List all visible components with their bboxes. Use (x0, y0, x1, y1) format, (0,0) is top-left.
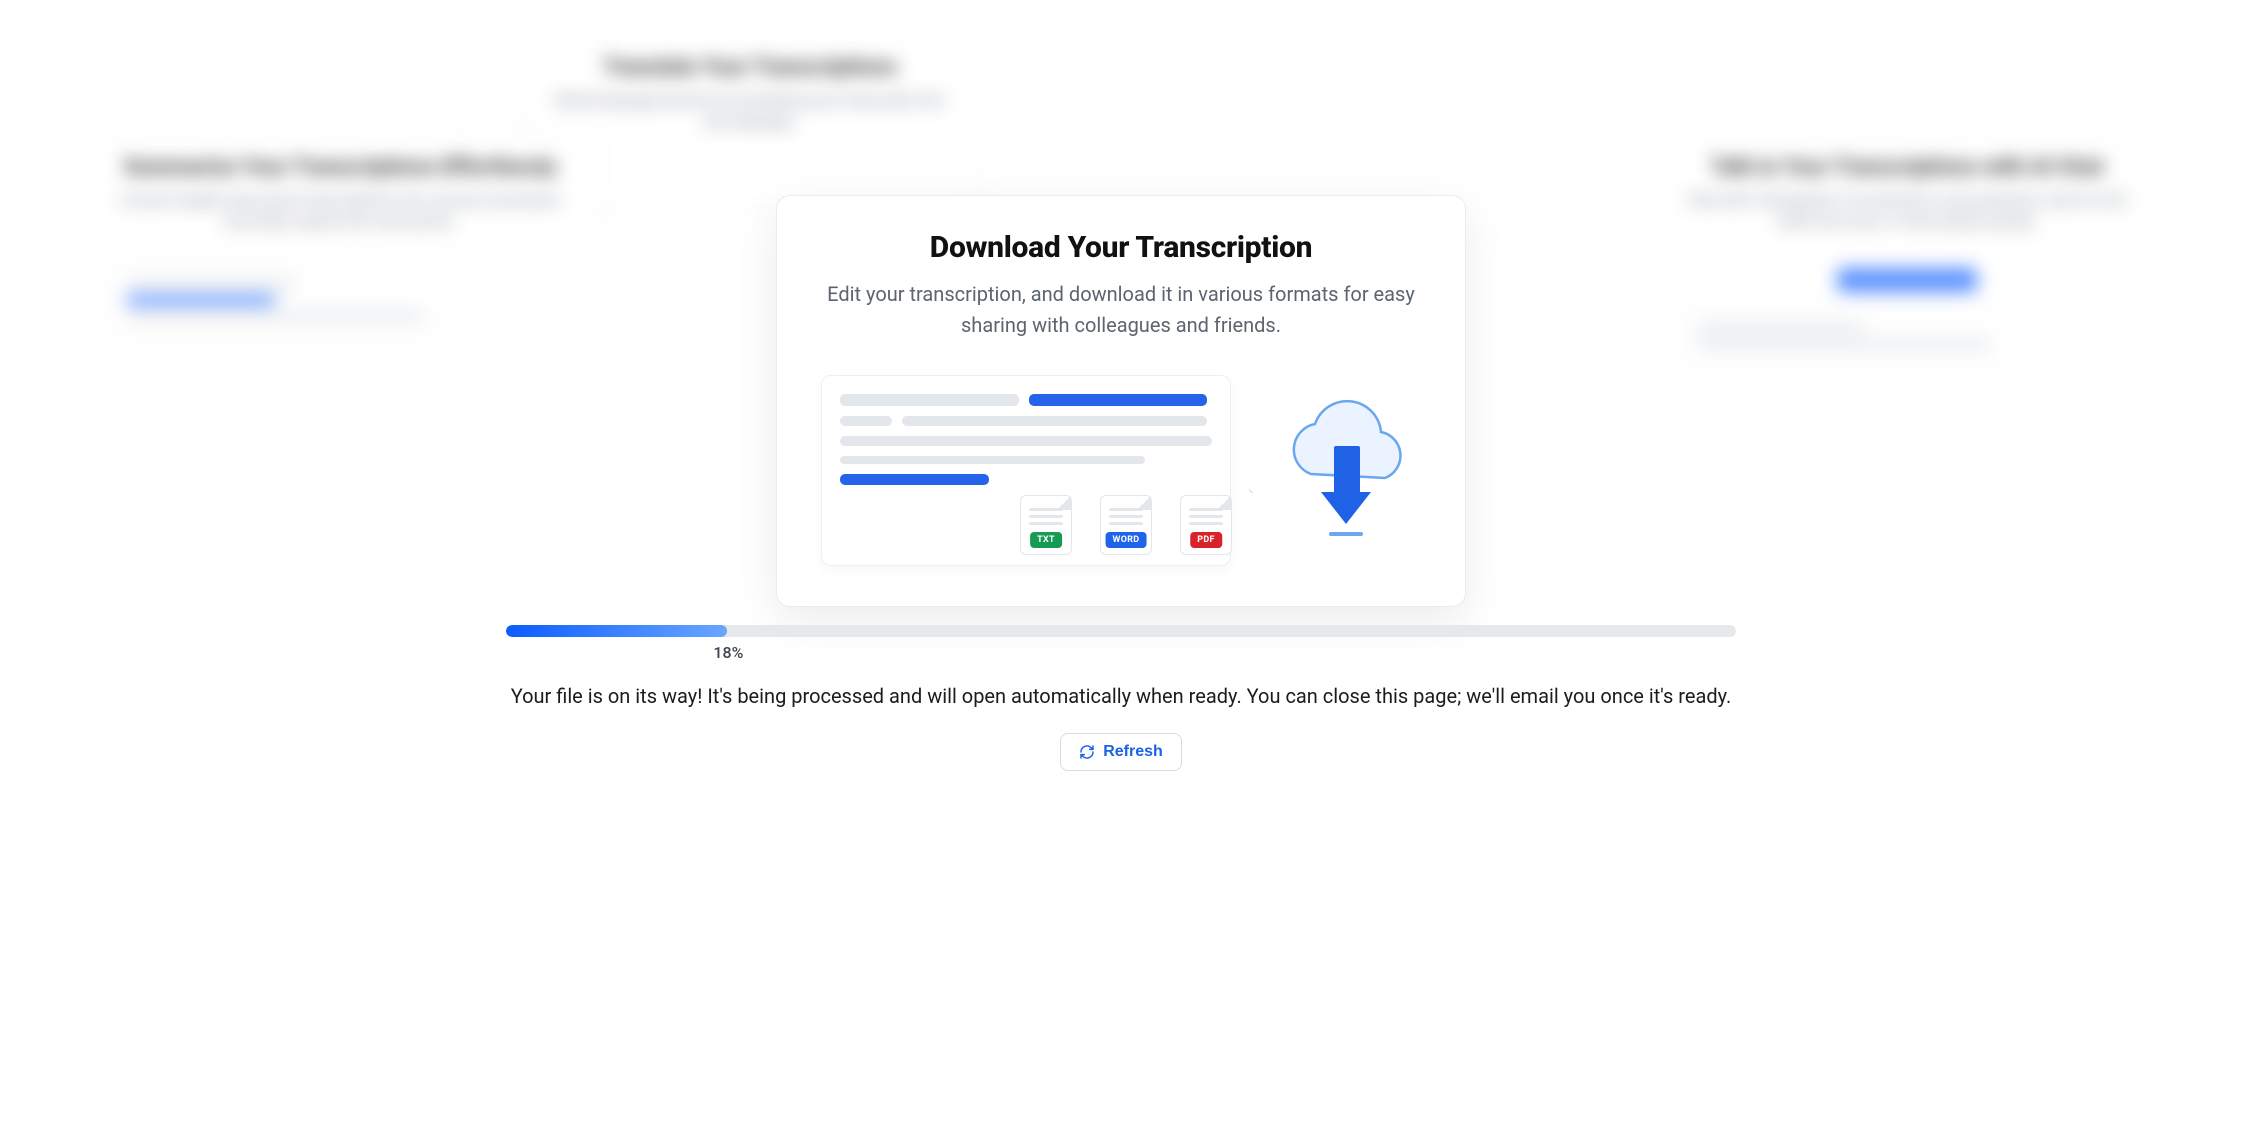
bg-card-title: Summarize Your Transcriptions Effortless… (109, 155, 571, 180)
download-illustration: TXT WORD PDF (821, 375, 1421, 566)
progress-bar (506, 625, 1736, 637)
modal-title: Download Your Transcription (821, 230, 1421, 265)
bg-card-ai-chat: Talk to Your Transcriptions with AI Chat… (1652, 130, 2162, 390)
bg-card-translate: Translate Your Transcriptions Break lang… (520, 30, 980, 210)
bg-card-subtitle: Convert lengthy discussion transcription… (109, 190, 571, 232)
bg-card-subtitle: Chat with Transkriptor's AI assistant to… (1681, 190, 2133, 232)
refresh-icon (1079, 744, 1095, 760)
bg-card-title: Translate Your Transcriptions (549, 55, 951, 80)
format-txt: TXT (1020, 495, 1072, 555)
processing-progress-section: 18% Your file is on its way! It's being … (506, 625, 1736, 771)
format-word: WORD (1100, 495, 1152, 555)
format-badge-txt: TXT (1030, 532, 1062, 548)
progress-bar-fill (506, 625, 727, 637)
transcript-preview: TXT WORD PDF (821, 375, 1231, 566)
cloud-download-icon (1271, 396, 1421, 546)
bg-card-title: Talk to Your Transcriptions with AI Chat (1681, 155, 2133, 180)
squiggle-arrow-icon (1249, 461, 1253, 521)
download-transcription-card: Download Your Transcription Edit your tr… (776, 195, 1466, 607)
processing-status-text: Your file is on its way! It's being proc… (506, 682, 1736, 711)
refresh-button-label: Refresh (1103, 743, 1163, 761)
refresh-button[interactable]: Refresh (1060, 733, 1182, 771)
format-badge-pdf: PDF (1190, 532, 1222, 548)
modal-subtitle: Edit your transcription, and download it… (821, 279, 1421, 341)
progress-percent-label: 18% (713, 643, 743, 662)
format-badge-word: WORD (1106, 532, 1147, 548)
bg-card-subtitle: Break language barriers by translating y… (549, 90, 951, 132)
format-pdf: PDF (1180, 495, 1232, 555)
bg-card-summarize: Summarize Your Transcriptions Effortless… (80, 130, 600, 410)
